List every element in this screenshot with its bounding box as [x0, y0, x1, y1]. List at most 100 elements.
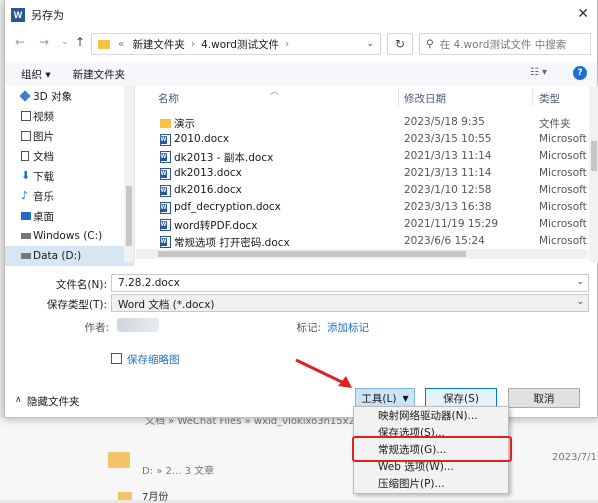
column-divider[interactable] — [398, 88, 399, 106]
annotation-highlight-box — [352, 436, 512, 462]
horizontal-scrollbar[interactable] — [136, 249, 588, 259]
sidebar-item-downloads[interactable]: ⬇ 下载 — [5, 166, 134, 186]
folder-icon — [160, 119, 171, 128]
file-row[interactable]: dk2013 - 副本.docx 2021/3/13 11:14 Microso… — [136, 148, 588, 165]
sidebar-item-label: 视频 — [33, 110, 54, 123]
file-row[interactable]: 2010.docx 2023/3/15 10:55 Microsoft — [136, 131, 588, 148]
file-name: pdf_decryption.docx — [174, 201, 281, 213]
file-row[interactable]: 演示 2023/5/18 9:35 文件夹 — [136, 114, 588, 131]
sidebar-item-documents[interactable]: 文档 — [5, 146, 134, 166]
file-date: 2023/3/13 16:38 — [404, 201, 492, 213]
tools-dropdown-button[interactable]: 工具(L) ▼ — [355, 388, 415, 408]
column-header-name[interactable]: 名称 — [158, 91, 179, 106]
sidebar-item-label: 下载 — [33, 170, 54, 183]
sidebar-item-desktop[interactable]: 桌面 — [5, 206, 134, 226]
file-row[interactable]: dk2013.docx 2021/3/13 11:14 Microsoft — [136, 165, 588, 182]
chevron-down-icon[interactable]: ⌄ — [366, 39, 374, 49]
author-label: 作者: — [84, 322, 109, 334]
sidebar-item-label: 音乐 — [33, 190, 54, 203]
vertical-scrollbar[interactable] — [589, 86, 598, 262]
tags-label: 标记: — [296, 322, 321, 334]
3d-objects-icon — [19, 90, 31, 102]
navigation-bar: ← → ⌄ ↑ « 新建文件夹 › 4.word测试文件 › ⌄ ↻ ⚲ 在 4… — [5, 33, 597, 55]
column-header-type[interactable]: 类型 — [539, 91, 560, 106]
file-row[interactable]: word转PDF.docx 2021/11/19 15:29 Microsoft — [136, 216, 588, 233]
sidebar-item-label: 桌面 — [33, 210, 54, 223]
sidebar-item-data-d[interactable]: Data (D:) — [5, 246, 134, 266]
file-list: ︿ 名称 修改日期 类型 演示 2023/5/18 9:35 文件夹 2010.… — [136, 86, 598, 262]
menu-item-compress-pictures[interactable]: 压缩图片(P)... — [354, 475, 508, 492]
add-tag-link[interactable]: 添加标记 — [327, 320, 369, 335]
video-icon — [21, 111, 31, 121]
file-type: Microsoft — [539, 201, 587, 213]
background-item-date: 2023/7/1 — [552, 452, 597, 463]
breadcrumb-new-folder[interactable]: 新建文件夹 — [132, 37, 185, 52]
refresh-icon[interactable]: ↻ — [387, 33, 413, 55]
word-document-icon — [160, 168, 171, 180]
file-name: dk2013 - 副本.docx — [174, 152, 274, 164]
close-icon[interactable]: ✕ — [577, 6, 589, 22]
file-row[interactable]: pdf_decryption.docx 2023/3/13 16:38 Micr… — [136, 199, 588, 216]
save-thumbnail-checkbox[interactable] — [111, 353, 122, 364]
word-app-icon: W — [11, 8, 25, 22]
downloads-icon: ⬇ — [21, 169, 31, 182]
search-icon: ⚲ — [426, 38, 434, 50]
hide-folders-button[interactable]: 隐藏文件夹 — [27, 394, 80, 409]
chevron-down-icon[interactable]: ⌄ — [576, 297, 584, 307]
menu-item-map-network-drive[interactable]: 映射网络驱动器(N)... — [354, 407, 508, 424]
file-row[interactable]: 常规选项 打开密码.docx 2023/6/6 15:24 Microsoft — [136, 233, 588, 248]
cancel-button[interactable]: 取消 — [508, 388, 580, 408]
forward-arrow-icon[interactable]: → — [39, 35, 49, 49]
file-date: 2023/6/6 15:24 — [404, 235, 485, 247]
filename-label: 文件名(N): — [55, 279, 107, 291]
recent-locations-icon[interactable]: ⌄ — [61, 37, 69, 47]
save-type-select[interactable]: Word 文档 (*.docx) ⌄ — [111, 294, 589, 312]
file-type: Microsoft — [539, 167, 587, 179]
chevron-down-icon[interactable]: ⌄ — [576, 277, 584, 287]
file-name: 常规选项 打开密码.docx — [174, 237, 290, 248]
new-folder-button[interactable]: 新建文件夹 — [73, 67, 126, 82]
column-header-date[interactable]: 修改日期 — [404, 91, 446, 106]
scroll-thumb[interactable] — [158, 251, 466, 257]
title-bar: W 另存为 — [5, 0, 597, 30]
file-type: Microsoft — [539, 184, 587, 196]
sidebar-item-music[interactable]: ♪ 音乐 — [5, 186, 134, 206]
search-box[interactable]: ⚲ 在 4.word测试文件 中搜索 — [419, 33, 591, 55]
chevron-up-icon[interactable]: ∧ — [15, 395, 22, 405]
breadcrumb-overflow[interactable]: « — [118, 38, 124, 50]
view-options-icon[interactable]: ☷ ▾ — [530, 67, 547, 78]
help-icon[interactable]: ? — [573, 66, 587, 80]
address-bar[interactable]: « 新建文件夹 › 4.word测试文件 › ⌄ — [91, 33, 381, 55]
sidebar-item-label: Data (D:) — [33, 250, 82, 262]
navigation-pane: 3D 对象 视频 图片 文档 ⬇ 下载 ♪ 音乐 桌面 Windows (C:) — [5, 86, 135, 266]
drive-icon — [21, 233, 31, 239]
file-name: dk2016.docx — [174, 184, 242, 196]
background-folder-icon — [108, 452, 130, 468]
save-thumbnail-label[interactable]: 保存缩略图 — [127, 352, 180, 367]
breadcrumb-separator[interactable]: › — [285, 38, 289, 50]
organize-menu[interactable]: 组织 ▾ — [21, 67, 51, 82]
save-type-value: Word 文档 (*.docx) — [118, 299, 215, 311]
up-arrow-icon[interactable]: ↑ — [75, 35, 85, 49]
sidebar-item-label: 图片 — [33, 130, 54, 143]
author-value-blurred[interactable] — [117, 318, 159, 332]
file-type: Microsoft — [539, 133, 587, 145]
sidebar-item-windows-c[interactable]: Windows (C:) — [5, 226, 134, 246]
column-divider[interactable] — [532, 88, 533, 106]
file-name: 演示 — [174, 118, 195, 130]
filename-field[interactable]: 7.28.2.docx ⌄ — [111, 274, 589, 292]
save-button[interactable]: 保存(S) — [425, 388, 497, 408]
word-document-icon — [160, 185, 171, 197]
documents-icon — [21, 151, 29, 161]
file-name: dk2013.docx — [174, 167, 242, 179]
breadcrumb-current-folder[interactable]: 4.word测试文件 — [201, 37, 279, 52]
sidebar-scrollbar[interactable] — [124, 86, 134, 262]
breadcrumb-separator[interactable]: › — [191, 38, 195, 50]
back-arrow-icon[interactable]: ← — [15, 35, 25, 49]
file-row[interactable]: dk2016.docx 2023/1/10 12:58 Microsoft — [136, 182, 588, 199]
scroll-thumb[interactable] — [126, 186, 132, 246]
sidebar-item-3d-objects[interactable]: 3D 对象 — [5, 86, 134, 106]
scroll-thumb[interactable] — [591, 141, 597, 171]
sidebar-item-videos[interactable]: 视频 — [5, 106, 134, 126]
sidebar-item-pictures[interactable]: 图片 — [5, 126, 134, 146]
